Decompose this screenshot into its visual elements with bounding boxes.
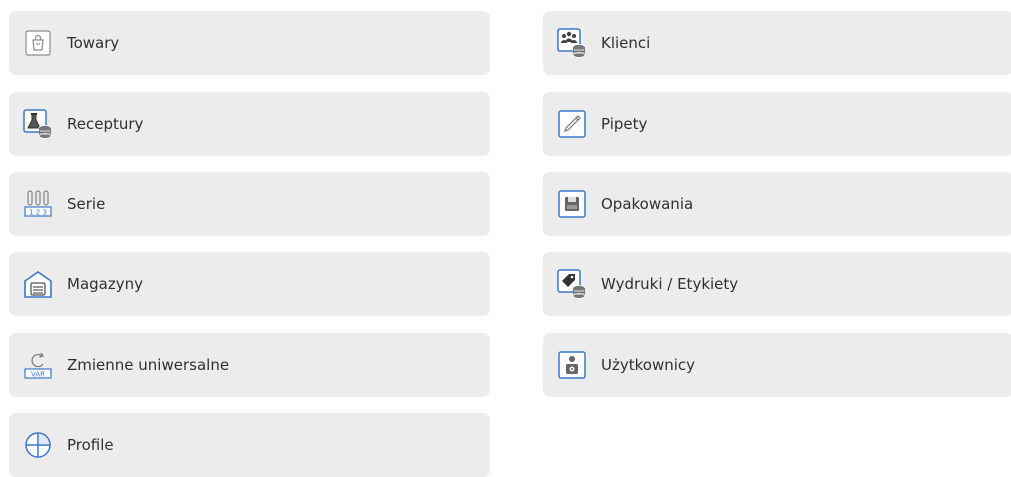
tile-label: Towary <box>67 34 120 52</box>
profile-circle-icon <box>22 429 54 461</box>
tile-klienci[interactable]: Klienci <box>543 11 1011 75</box>
tile-label: Profile <box>67 436 114 454</box>
tile-magazyny[interactable]: Magazyny <box>9 252 490 316</box>
tile-label: Klienci <box>601 34 651 52</box>
tile-pipety[interactable]: Pipety <box>543 92 1011 156</box>
tile-label: Użytkownicy <box>601 356 696 374</box>
tile-zmienne-uniwersalne[interactable]: VAR Zmienne uniwersalne <box>9 333 490 397</box>
tile-wydruki-etykiety[interactable]: Wydruki / Etykiety <box>543 252 1011 316</box>
flask-database-icon <box>22 108 54 140</box>
tile-profile[interactable]: Profile <box>9 413 490 477</box>
shopping-bag-icon <box>22 27 54 59</box>
var-variable-icon: VAR <box>22 349 54 381</box>
tile-label: Serie <box>67 195 106 213</box>
test-tubes-series-icon: 1 2 3 <box>22 188 54 220</box>
tile-label: Receptury <box>67 115 144 133</box>
user-icon <box>556 349 588 381</box>
packaging-icon <box>556 188 588 220</box>
tile-label: Wydruki / Etykiety <box>601 275 739 293</box>
tile-label: Pipety <box>601 115 648 133</box>
pipette-icon <box>556 108 588 140</box>
tile-opakowania[interactable]: Opakowania <box>543 172 1011 236</box>
warehouse-icon <box>22 268 54 300</box>
tile-label: Magazyny <box>67 275 143 293</box>
clients-database-icon <box>556 27 588 59</box>
label-tag-database-icon <box>556 268 588 300</box>
tile-label: Opakowania <box>601 195 694 213</box>
tile-uzytkownicy[interactable]: Użytkownicy <box>543 333 1011 397</box>
svg-text:VAR: VAR <box>31 370 45 378</box>
tile-serie[interactable]: 1 2 3 Serie <box>9 172 490 236</box>
tile-towary[interactable]: Towary <box>9 11 490 75</box>
tile-receptury[interactable]: Receptury <box>9 92 490 156</box>
svg-text:1 2 3: 1 2 3 <box>29 209 47 217</box>
tile-label: Zmienne uniwersalne <box>67 356 230 374</box>
